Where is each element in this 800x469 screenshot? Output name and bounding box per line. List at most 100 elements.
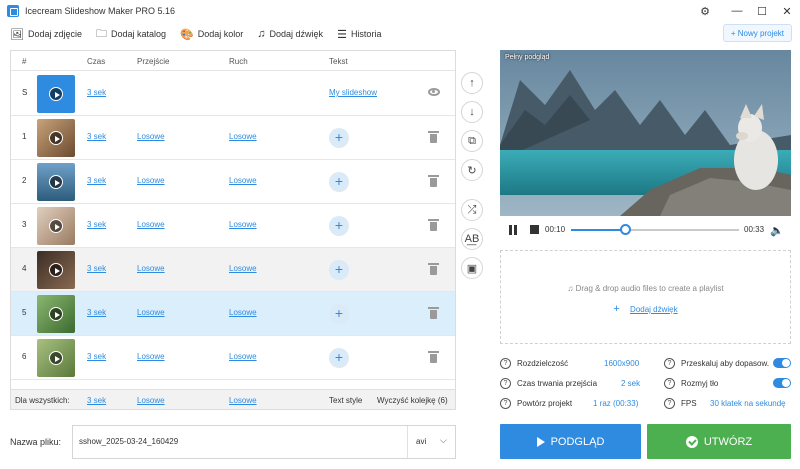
create-button[interactable]: UTWÓRZ [647, 424, 791, 459]
pause-icon[interactable] [509, 225, 518, 235]
add-text-button[interactable]: + [329, 260, 349, 280]
row-time[interactable]: 3 sek [87, 88, 106, 97]
row-text[interactable]: My slideshow [329, 88, 377, 97]
crop-icon[interactable]: ⧉ [461, 130, 483, 152]
seek-bar[interactable] [571, 229, 739, 231]
trash-icon[interactable] [428, 306, 440, 320]
add-text-button[interactable]: + [329, 128, 349, 148]
full-preview-label[interactable]: Pełny podgląd [505, 54, 549, 61]
add-audio-button[interactable]: + Dodaj dźwięk [501, 303, 790, 315]
volume-icon[interactable]: 🔈 [770, 224, 784, 237]
fps-value[interactable]: 30 klatek na sekundę [710, 399, 786, 408]
slide-row-selected[interactable]: 5 3 sek Losowe Losowe + [11, 292, 455, 336]
for-all-motion[interactable]: Losowe [229, 396, 257, 405]
header-time: Czas [87, 57, 106, 66]
slide-thumbnail[interactable] [37, 251, 75, 289]
row-time[interactable]: 3 sek [87, 352, 106, 361]
text-style-button[interactable]: Text style [329, 396, 362, 405]
filename-field[interactable]: sshow_2025-03-24_160429 avi ⌵ [72, 425, 456, 459]
slide-row-title[interactable]: S 3 sek My slideshow [11, 72, 455, 116]
trash-icon[interactable] [428, 130, 440, 144]
row-time[interactable]: 3 sek [87, 220, 106, 229]
help-icon[interactable]: ? [500, 357, 511, 369]
add-text-button[interactable]: + [329, 304, 349, 324]
row-transition[interactable]: Losowe [137, 132, 165, 141]
format-select[interactable]: avi ⌵ [407, 426, 457, 458]
new-project-button[interactable]: + Nowy projekt [722, 24, 792, 42]
help-icon[interactable]: ? [664, 357, 675, 369]
help-icon[interactable]: ? [664, 397, 675, 409]
rescale-label: Przeskaluj aby dopasow. [681, 358, 770, 368]
add-photo-button[interactable]: 🖼 Dodaj zdjęcie [10, 28, 82, 41]
for-all-transition[interactable]: Losowe [137, 396, 165, 405]
move-up-icon[interactable]: ↑ [461, 72, 483, 94]
row-transition[interactable]: Losowe [137, 264, 165, 273]
help-icon[interactable]: ? [664, 377, 675, 389]
add-text-button[interactable]: + [329, 172, 349, 192]
slide-thumbnail[interactable] [37, 207, 75, 245]
slide-thumbnail[interactable] [37, 119, 75, 157]
stop-icon[interactable] [530, 225, 539, 234]
slide-thumbnail[interactable] [37, 295, 75, 333]
row-time[interactable]: 3 sek [87, 264, 106, 273]
row-motion[interactable]: Losowe [229, 308, 257, 317]
slide-thumbnail[interactable] [37, 163, 75, 201]
slide-row[interactable]: 1 3 sek Losowe Losowe + [11, 116, 455, 160]
settings-gear-icon[interactable]: ⚙ [696, 2, 714, 20]
title-bar: Icecream Slideshow Maker PRO 5.16 ⚙ — ☐ … [0, 0, 800, 22]
add-folder-button[interactable]: 🗀 Dodaj katalog [96, 25, 166, 44]
slide-thumbnail[interactable] [37, 339, 75, 377]
add-sound-button[interactable]: ♫ Dodaj dźwięk [257, 28, 323, 40]
slide-row[interactable]: 2 3 sek Losowe Losowe + [11, 160, 455, 204]
row-num: 1 [22, 132, 27, 141]
visibility-eye-icon[interactable] [428, 88, 440, 96]
move-down-icon[interactable]: ↓ [461, 101, 483, 123]
seek-knob[interactable] [620, 224, 632, 235]
row-transition[interactable]: Losowe [137, 220, 165, 229]
add-text-button[interactable]: + [329, 216, 349, 236]
calendar-icon[interactable]: ▣ [461, 257, 483, 279]
row-motion[interactable]: Losowe [229, 132, 257, 141]
trash-icon[interactable] [428, 218, 440, 232]
slide-row[interactable]: 6 3 sek Losowe Losowe + [11, 336, 455, 380]
help-icon[interactable]: ? [500, 377, 511, 389]
slide-row[interactable]: 4 3 sek Losowe Losowe + [11, 248, 455, 292]
row-transition[interactable]: Losowe [137, 352, 165, 361]
row-time[interactable]: 3 sek [87, 308, 106, 317]
shuffle-icon[interactable]: ⤮ [461, 199, 483, 221]
row-motion[interactable]: Losowe [229, 264, 257, 273]
minimize-button[interactable]: — [728, 2, 746, 20]
preview-button[interactable]: PODGLĄD [500, 424, 641, 459]
repeat-project-value[interactable]: 1 raz (00:33) [593, 399, 638, 408]
for-all-time[interactable]: 3 sek [87, 396, 106, 405]
blur-background-toggle[interactable] [773, 378, 791, 388]
close-button[interactable]: ✕ [778, 2, 796, 20]
clear-queue-button[interactable]: Wyczyść kolejkę (6) [377, 396, 448, 405]
row-transition[interactable]: Losowe [137, 176, 165, 185]
audio-drop-zone[interactable]: ♫ Drag & drop audio files to create a pl… [500, 250, 791, 344]
row-motion[interactable]: Losowe [229, 352, 257, 361]
help-icon[interactable]: ? [500, 397, 511, 409]
add-text-button[interactable]: + [329, 348, 349, 368]
maximize-button[interactable]: ☐ [753, 2, 771, 20]
rescale-toggle[interactable] [773, 358, 791, 368]
rotate-icon[interactable]: ↻ [461, 159, 483, 181]
row-time[interactable]: 3 sek [87, 132, 106, 141]
row-transition[interactable]: Losowe [137, 308, 165, 317]
slide-thumbnail[interactable] [37, 75, 75, 113]
resolution-value[interactable]: 1600x900 [604, 359, 639, 368]
slide-row[interactable]: 3 3 sek Losowe Losowe + [11, 204, 455, 248]
trash-icon[interactable] [428, 262, 440, 276]
filename-input[interactable]: sshow_2025-03-24_160429 [79, 437, 178, 446]
transition-duration-value[interactable]: 2 sek [621, 379, 640, 388]
row-time[interactable]: 3 sek [87, 176, 106, 185]
trash-icon[interactable] [428, 174, 440, 188]
sort-ab-icon[interactable]: A͟B [461, 228, 483, 250]
window-title: Icecream Slideshow Maker PRO 5.16 [25, 6, 176, 16]
row-motion[interactable]: Losowe [229, 176, 257, 185]
row-motion[interactable]: Losowe [229, 220, 257, 229]
history-button[interactable]: ☰ Historia [337, 28, 381, 41]
preview-viewer[interactable]: Pełny podgląd [500, 50, 791, 216]
add-color-button[interactable]: 🎨 Dodaj kolor [180, 28, 243, 41]
trash-icon[interactable] [428, 350, 440, 364]
